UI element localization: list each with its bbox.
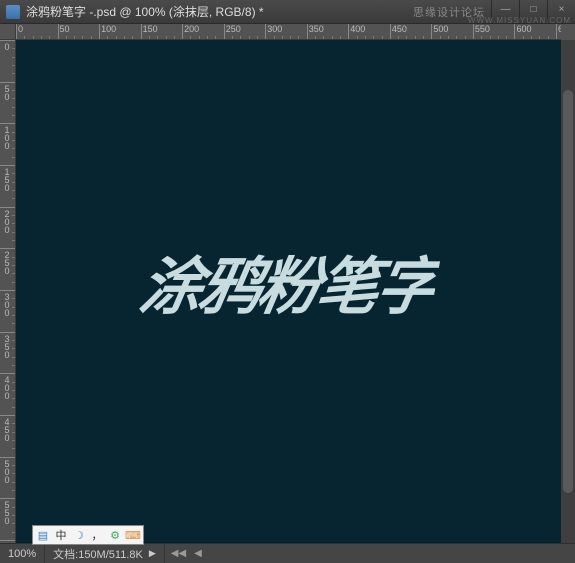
ime-keyboard-icon[interactable]: ⌨ — [125, 527, 141, 543]
ruler-v-label: 550 — [2, 500, 12, 524]
document-title: 涂鸦粉笔字 -.psd @ 100% (涂抹层, RGB/8) * — [26, 3, 264, 20]
ruler-h-label: 400 — [350, 24, 365, 34]
ruler-v-label: 150 — [2, 167, 12, 191]
scrollbar-vertical[interactable] — [561, 40, 575, 543]
ruler-v-label: 0 — [2, 42, 12, 50]
ruler-v-label: 100 — [2, 125, 12, 149]
ruler-h-label: 450 — [392, 24, 407, 34]
status-nav: ◀◀ ◀ — [165, 548, 208, 559]
ruler-v-label: 400 — [2, 375, 12, 399]
nav-first-icon[interactable]: ◀◀ — [171, 548, 186, 559]
ruler-h-label: 550 — [475, 24, 490, 34]
ime-lang-button[interactable]: 中 — [53, 527, 69, 543]
ruler-vertical[interactable]: 050100150200250300350400450500550600 — [0, 40, 16, 543]
ruler-h-label: 200 — [184, 24, 199, 34]
ime-logo-icon[interactable]: ▤ — [35, 527, 51, 543]
ruler-h-label: 50 — [60, 24, 70, 34]
window-controls: — □ × — [491, 0, 575, 20]
chalk-text-effect: 涂鸦粉笔字 — [133, 236, 444, 326]
canvas[interactable]: 涂鸦粉笔字 — [16, 40, 561, 543]
close-button[interactable]: × — [547, 0, 575, 18]
ruler-v-label: 50 — [2, 84, 12, 100]
ruler-h-label: 150 — [143, 24, 158, 34]
zoom-level[interactable]: 100% — [0, 544, 45, 563]
ruler-horizontal[interactable]: 0 50 100 150 200 250 300 350 400 450 500 550 600 650 — [16, 24, 561, 40]
ruler-v-label: 200 — [2, 209, 12, 233]
scrollbar-thumb[interactable] — [563, 90, 573, 492]
titlebar: 涂鸦粉笔字 -.psd @ 100% (涂抹层, RGB/8) * 思缘设计论坛… — [0, 0, 575, 24]
maximize-button[interactable]: □ — [519, 0, 547, 18]
nav-prev-icon[interactable]: ◀ — [194, 548, 202, 559]
doc-info-text: 文档:150M/511.8K — [53, 546, 143, 562]
ruler-v-label: 450 — [2, 417, 12, 441]
statusbar: 100% 文档:150M/511.8K ▶ ◀◀ ◀ — [0, 543, 575, 563]
ruler-v-label: 300 — [2, 292, 12, 316]
ruler-h-label: 350 — [309, 24, 324, 34]
ruler-h-label: 500 — [433, 24, 448, 34]
doc-info[interactable]: 文档:150M/511.8K ▶ — [45, 544, 165, 563]
ruler-h-label: 0 — [18, 24, 23, 34]
ruler-v-label: 350 — [2, 334, 12, 358]
zoom-value: 100% — [8, 548, 36, 560]
ime-settings-icon[interactable]: ⚙ — [107, 527, 123, 543]
ime-punct-button[interactable]: ， — [89, 527, 105, 543]
ime-moon-icon[interactable]: ☽ — [71, 527, 87, 543]
ruler-h-label: 600 — [516, 24, 531, 34]
document-icon — [6, 5, 20, 19]
ruler-v-label: 250 — [2, 250, 12, 274]
ruler-h-label: 100 — [101, 24, 116, 34]
ruler-h-label: 250 — [226, 24, 241, 34]
ruler-h-label: 650 — [558, 24, 561, 34]
minimize-button[interactable]: — — [491, 0, 519, 18]
chevron-right-icon[interactable]: ▶ — [149, 548, 156, 559]
ime-toolbar[interactable]: ▤ 中 ☽ ， ⚙ ⌨ — [32, 525, 144, 545]
ruler-origin[interactable] — [0, 24, 16, 40]
ruler-h-label: 300 — [267, 24, 282, 34]
ruler-v-label: 500 — [2, 459, 12, 483]
